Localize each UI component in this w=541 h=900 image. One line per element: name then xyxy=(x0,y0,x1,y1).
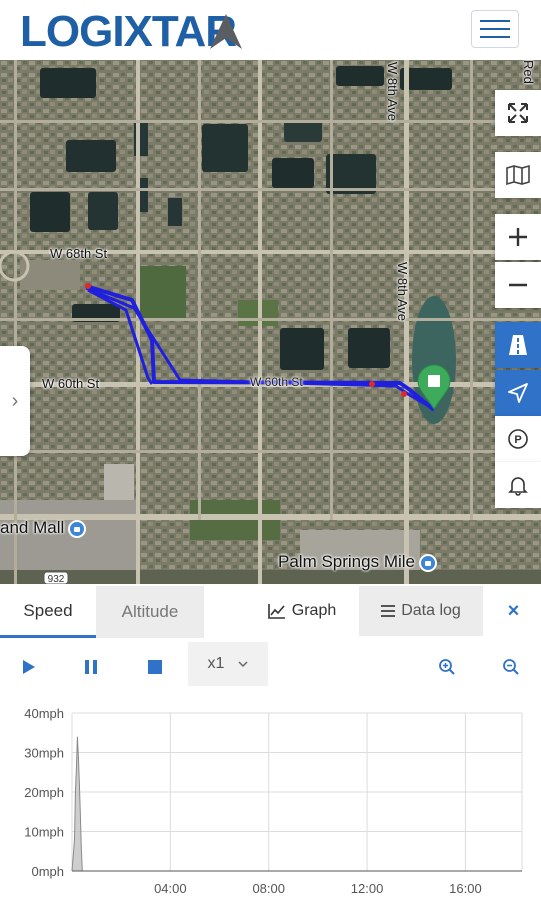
map-layers-button[interactable] xyxy=(495,152,541,198)
zoom-out-icon xyxy=(509,283,527,287)
street-label-w8th-top: W 8th Ave xyxy=(385,62,400,122)
poi-palm-springs-label: Palm Springs Mile xyxy=(278,552,415,571)
zoom-in-button[interactable] xyxy=(495,214,541,260)
alerts-button[interactable] xyxy=(495,462,541,508)
parking-button[interactable]: P xyxy=(495,416,541,462)
end-location-marker[interactable] xyxy=(416,364,452,410)
speed-line xyxy=(71,736,522,872)
pause-icon xyxy=(85,660,97,674)
x-tick-label: 08:00 xyxy=(252,881,285,896)
line-chart-icon xyxy=(267,604,285,619)
speed-chart-svg: 0mph 10mph 20mph 30mph 40mph 04:00 08:00 12:00 1… xyxy=(24,706,523,896)
playback-speed-select[interactable]: x1 xyxy=(188,642,268,686)
svg-text:P: P xyxy=(514,434,521,446)
logo-text: LOGIXTAR xyxy=(20,7,236,52)
app-header: LOGIXTAR xyxy=(0,0,541,60)
traffic-icon xyxy=(509,335,527,355)
play-icon xyxy=(23,660,35,674)
y-tick-label: 20mph xyxy=(24,785,64,800)
y-tick-label: 30mph xyxy=(24,746,64,761)
chart-zoom-in-button[interactable] xyxy=(434,654,460,680)
pause-button[interactable] xyxy=(76,652,106,682)
location-icon xyxy=(508,383,528,403)
street-label-red: Red xyxy=(521,60,536,84)
logixtar-logo[interactable]: LOGIXTAR xyxy=(20,4,266,54)
route-badge: 932 xyxy=(48,574,65,584)
zoom-in-icon xyxy=(509,228,527,246)
traffic-button[interactable] xyxy=(495,322,541,368)
map-view[interactable]: 932 W 68th St W 60th St W 60th St W 8th … xyxy=(0,60,541,584)
list-icon xyxy=(381,605,396,617)
playback-speed-value: x1 xyxy=(207,655,225,672)
speed-area xyxy=(72,736,522,871)
x-tick-label: 16:00 xyxy=(449,881,482,896)
close-panel-button[interactable]: × xyxy=(486,586,541,636)
play-button[interactable] xyxy=(14,652,44,682)
bell-icon xyxy=(508,477,528,496)
street-label-w60th: W 60th St xyxy=(42,376,100,391)
graph-label: Graph xyxy=(291,602,337,619)
x-tick-label: 04:00 xyxy=(154,881,187,896)
street-label-w60th-overlay: W 60th St xyxy=(250,375,303,389)
tab-speed[interactable]: Speed xyxy=(0,586,96,638)
fullscreen-icon xyxy=(508,103,528,123)
data-log-label: Data log xyxy=(401,602,461,619)
parking-icon: P xyxy=(508,429,528,449)
street-label-w68th: W 68th St xyxy=(50,246,108,261)
tracking-tabs: Speed Altitude Graph Data log × xyxy=(0,584,541,640)
fullscreen-button[interactable] xyxy=(495,90,541,136)
chevron-right-icon: › xyxy=(11,389,19,412)
poi-mall[interactable]: and Mall xyxy=(0,518,87,538)
y-tick-label: 0mph xyxy=(31,864,64,879)
my-location-button[interactable] xyxy=(495,370,541,416)
close-icon: × xyxy=(507,599,520,622)
speed-chart[interactable]: 0mph 10mph 20mph 30mph 40mph 04:00 08:00 12:00 1… xyxy=(0,700,541,900)
chart-zoom-out-button[interactable] xyxy=(498,654,524,680)
shopping-icon xyxy=(68,519,87,538)
y-tick-label: 40mph xyxy=(24,706,64,721)
data-log-button[interactable]: Data log xyxy=(359,586,483,636)
zoom-in-magnifier-icon xyxy=(439,659,455,675)
shopping-icon xyxy=(419,553,437,572)
satellite-map: 932 xyxy=(0,60,541,584)
poi-palm-springs[interactable]: Palm Springs Mile xyxy=(278,552,437,572)
y-tick-label: 10mph xyxy=(24,825,64,840)
poi-mall-label: and Mall xyxy=(0,518,65,537)
stop-button[interactable] xyxy=(140,652,170,682)
x-tick-label: 12:00 xyxy=(351,881,384,896)
side-panel-toggle[interactable]: › xyxy=(0,346,30,456)
graph-button[interactable]: Graph xyxy=(247,586,357,636)
map-layers-icon xyxy=(506,164,530,186)
zoom-out-button[interactable] xyxy=(495,262,541,308)
tab-altitude[interactable]: Altitude xyxy=(96,586,204,638)
zoom-out-magnifier-icon xyxy=(503,659,519,675)
hamburger-menu-icon[interactable] xyxy=(471,10,519,48)
stop-icon xyxy=(148,660,162,674)
street-label-w8th-mid: W 8th Ave xyxy=(395,262,410,322)
chevron-down-icon xyxy=(238,660,248,667)
playback-controls: x1 xyxy=(0,640,541,696)
